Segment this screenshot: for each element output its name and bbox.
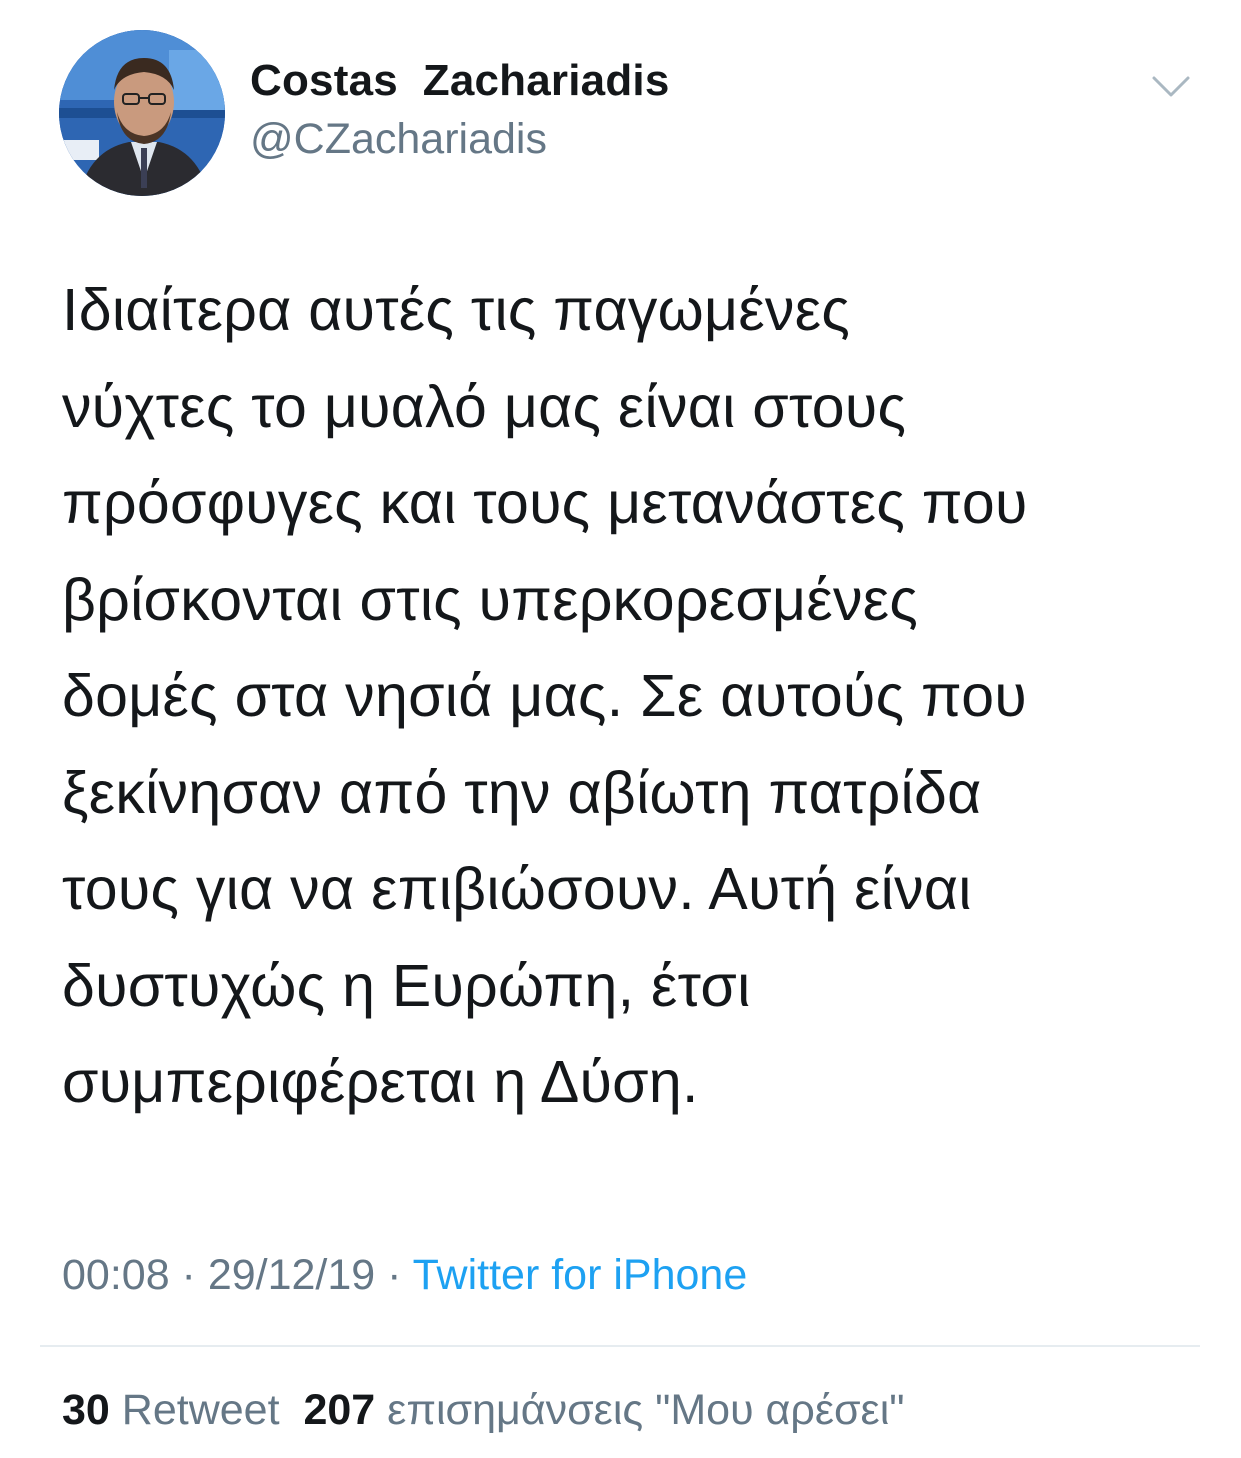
- meta-separator: ·: [375, 1251, 413, 1299]
- avatar[interactable]: [59, 30, 225, 196]
- chevron-down-icon[interactable]: [1148, 66, 1194, 106]
- tweet-text-line: συμπεριφέρεται η Δύση.: [62, 1049, 699, 1115]
- tweet-text: Ιδιαίτερα αυτές τις παγωμένες νύχτες το …: [62, 262, 1212, 1131]
- likes-count: 207: [303, 1386, 376, 1434]
- retweets-stat[interactable]: 30 Retweet: [62, 1386, 280, 1434]
- tweet-text-line: δομές στα νησιά μας. Σε αυτούς που: [62, 663, 1027, 729]
- retweets-count: 30: [62, 1386, 110, 1434]
- author-handle[interactable]: @CZachariadis: [250, 114, 547, 164]
- tweet-source-link[interactable]: Twitter for iPhone: [413, 1251, 748, 1299]
- divider: [40, 1345, 1200, 1347]
- tweet-date: 29/12/19: [207, 1251, 376, 1299]
- tweet-text-line: πρόσφυγες και τους μετανάστες που: [62, 470, 1028, 536]
- tweet-text-line: τους για να επιβιώσουν. Αυτή είναι: [62, 856, 972, 922]
- tweet-time: 00:08: [62, 1251, 170, 1299]
- tweet-card: Costas Zachariadis @CZachariadis Ιδιαίτε…: [0, 0, 1241, 1458]
- likes-label: επισημάνσεις "Μου αρέσει": [387, 1386, 905, 1434]
- author-display-name[interactable]: Costas Zachariadis: [250, 56, 670, 106]
- tweet-text-line: βρίσκονται στις υπερκορεσμένες: [62, 566, 919, 633]
- tweet-text-line: νύχτες το μυαλό μας είναι στους: [62, 373, 907, 440]
- tweet-stats: 30 Retweet 207 επισημάνσεις "Μου αρέσει": [62, 1383, 905, 1437]
- likes-stat[interactable]: 207 επισημάνσεις "Μου αρέσει": [303, 1386, 904, 1434]
- meta-separator: ·: [169, 1251, 208, 1299]
- tweet-metadata: 00:08 · 29/12/19 · Twitter for iPhone: [62, 1248, 747, 1302]
- profile-photo-icon: [59, 30, 225, 196]
- retweets-label: Retweet: [121, 1386, 280, 1434]
- tweet-text-line: Ιδιαίτερα αυτές τις παγωμένες: [62, 277, 851, 343]
- tweet-text-line: δυστυχώς η Ευρώπη, έτσι: [62, 952, 751, 1019]
- tweet-text-line: ξεκίνησαν από την αβίωτη πατρίδα: [62, 759, 982, 826]
